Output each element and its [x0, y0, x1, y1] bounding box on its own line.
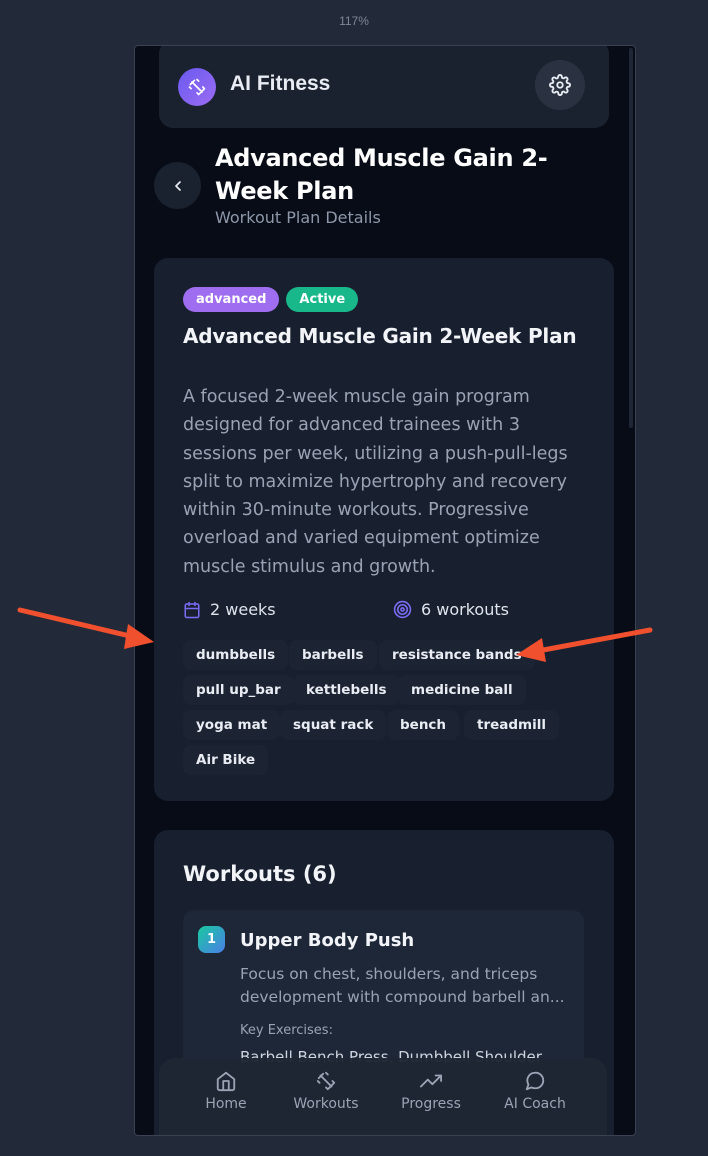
page-title: Advanced Muscle Gain 2-Week Plan — [215, 144, 548, 205]
annotation-arrow-left — [17, 607, 154, 649]
phone-screen: AI Fitness Advanced Muscle Gain 2-Week P… — [134, 45, 636, 1136]
plan-description: A focused 2-week muscle gain program des… — [183, 387, 568, 577]
dumbbell-icon — [178, 68, 216, 106]
home-icon — [216, 1071, 236, 1092]
equipment-chip: medicine ball — [398, 675, 526, 705]
equipment-chip: bench — [387, 710, 460, 740]
settings-button[interactable] — [535, 60, 585, 110]
duration-text: 2 weeks — [210, 600, 276, 619]
nav-item-home[interactable]: Home — [181, 1070, 271, 1112]
back-button[interactable] — [154, 162, 201, 209]
equipment-chip: pull up_bar — [183, 675, 294, 705]
equipment-chip: barbells — [289, 640, 377, 670]
chat-bubble-icon — [525, 1071, 545, 1091]
nav-label: Progress — [401, 1096, 461, 1112]
workout-number-badge: 1 — [198, 926, 225, 953]
nav-label: Home — [205, 1096, 247, 1112]
equipment-chip: Air Bike — [183, 745, 269, 775]
gear-icon — [549, 74, 571, 96]
target-icon — [393, 600, 412, 619]
annotation-arrow-right — [516, 627, 653, 662]
scrollbar[interactable] — [629, 48, 633, 428]
workout-title: Upper Body Push — [240, 930, 415, 951]
plan-duration: 2 weeks — [183, 600, 276, 619]
plan-title: Advanced Muscle Gain 2-Week Plan — [183, 324, 577, 348]
calendar-icon — [184, 601, 200, 618]
plan-workout-count: 6 workouts — [393, 600, 509, 619]
nav-label: Workouts — [293, 1096, 359, 1112]
nav-item-workouts[interactable]: Workouts — [281, 1070, 371, 1112]
app-title: AI Fitness — [230, 72, 331, 95]
workouts-section-title: Workouts (6) — [183, 862, 337, 886]
app-header: AI Fitness — [159, 46, 609, 128]
plan-detail-card: advanced Active Advanced Muscle Gain 2-W… — [154, 258, 614, 801]
plan-badges: advanced Active — [183, 287, 359, 312]
page-subtitle: Workout Plan Details — [215, 208, 381, 227]
bottom-navigation: Home Workouts Progress AI Coach — [159, 1058, 607, 1135]
workout-description: Focus on chest, shoulders, and triceps d… — [240, 965, 565, 1006]
status-badge: Active — [286, 287, 359, 312]
equipment-chip: squat rack — [280, 710, 387, 740]
dumbbell-icon — [316, 1071, 336, 1091]
equipment-chip: kettlebells — [293, 675, 400, 705]
equipment-chip: yoga mat — [183, 710, 281, 740]
nav-item-progress[interactable]: Progress — [386, 1070, 476, 1112]
level-badge: advanced — [183, 287, 280, 312]
chevron-left-icon — [174, 180, 181, 191]
nav-item-ai-coach[interactable]: AI Coach — [490, 1070, 580, 1112]
zoom-level: 117% — [339, 14, 369, 28]
workout-count-text: 6 workouts — [421, 600, 509, 619]
nav-label: AI Coach — [504, 1096, 566, 1112]
equipment-chip: treadmill — [464, 710, 559, 740]
key-exercises-label: Key Exercises: — [240, 1023, 333, 1038]
trending-up-icon — [420, 1074, 442, 1088]
equipment-chip: dumbbells — [183, 640, 289, 670]
